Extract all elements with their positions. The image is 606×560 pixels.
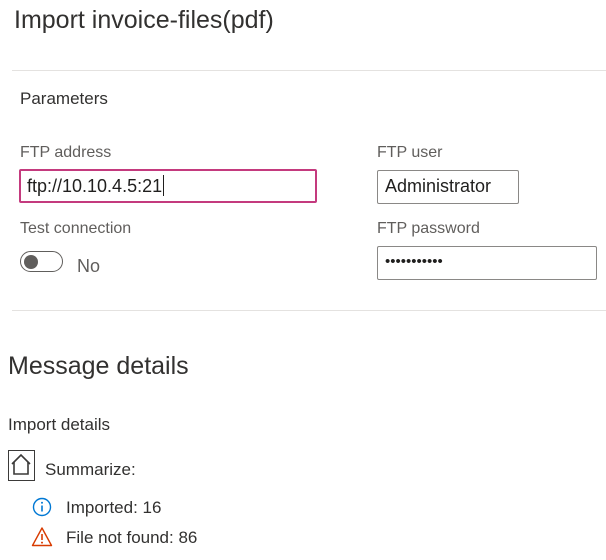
test-connection-label: Test connection [20, 220, 132, 237]
ftp-user-field[interactable]: Administrator [377, 170, 519, 204]
ftp-password-value: ••••••••••• [385, 253, 443, 270]
collapse-button[interactable] [8, 450, 35, 481]
collapse-icon [11, 453, 31, 475]
ftp-password-label: FTP password [377, 220, 480, 237]
divider [12, 310, 606, 311]
info-circle-icon [32, 497, 52, 517]
toggle-knob [24, 254, 38, 269]
test-connection-toggle[interactable] [20, 251, 63, 272]
page-title: Import invoice-files(pdf) [14, 6, 274, 34]
ftp-user-label: FTP user [377, 144, 443, 161]
divider [12, 70, 606, 71]
ftp-address-label: FTP address [20, 144, 112, 161]
imported-count-text: Imported: 16 [66, 498, 162, 517]
ftp-address-value: ftp://10.10.4.5:21 [27, 176, 163, 196]
file-not-found-text: File not found: 86 [66, 528, 198, 547]
message-details-heading: Message details [8, 352, 189, 380]
ftp-address-field[interactable]: ftp://10.10.4.5:21 [19, 169, 317, 203]
text-cursor [163, 175, 165, 196]
summarize-label: Summarize: [45, 460, 136, 479]
test-connection-state: No [77, 256, 101, 276]
warning-triangle-icon [31, 527, 53, 547]
ftp-user-value: Administrator [385, 176, 492, 196]
parameters-section-label: Parameters [20, 89, 108, 108]
ftp-password-field[interactable]: ••••••••••• [377, 246, 597, 280]
import-details-label: Import details [8, 415, 111, 434]
